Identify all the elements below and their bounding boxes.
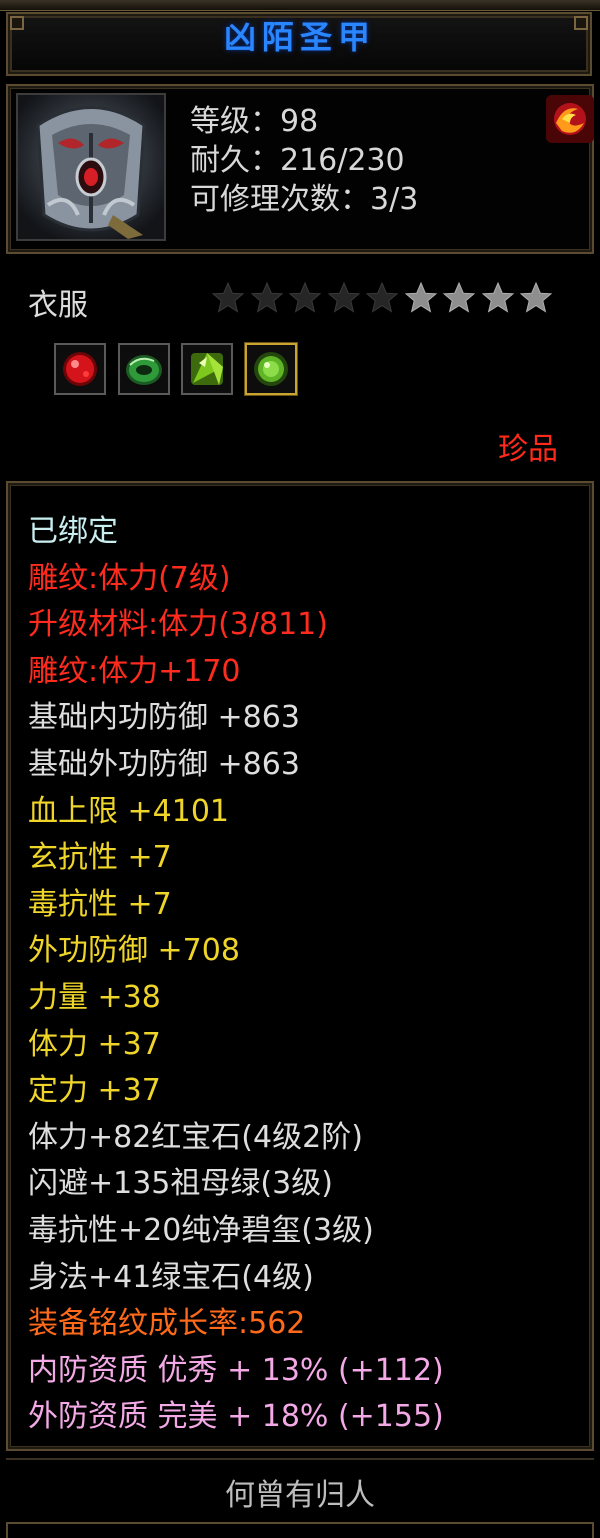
- attribute-line: 外防资质 完美 + 18% (+155): [28, 1399, 444, 1435]
- attribute-line: 闪避+135祖母绿(3级): [28, 1166, 333, 1202]
- star-filled-icon: [250, 281, 283, 313]
- attribute-line: 身法+41绿宝石(4级): [28, 1259, 314, 1295]
- attribute-line: 血上限 +4101: [28, 793, 230, 829]
- repair-count-text: 可修理次数：3/3: [190, 182, 419, 217]
- durability-text: 耐久：216/230: [190, 143, 405, 178]
- attribute-line: 升级材料:体力(3/811): [28, 607, 328, 643]
- attribute-line: 内防资质 优秀 + 13% (+112): [28, 1352, 444, 1388]
- footer-caption: 何曾有归人: [225, 1478, 375, 1513]
- attribute-line: 定力 +37: [28, 1073, 161, 1109]
- star-filled-icon: [288, 281, 322, 313]
- star-filled-icon: [365, 281, 399, 313]
- rarity-label: 珍品: [498, 432, 558, 467]
- attribute-line: 毒抗性+20纯净碧玺(3级): [28, 1213, 374, 1248]
- top-window-strip: [0, 0, 600, 11]
- attribute-line: 体力 +37: [28, 1026, 161, 1062]
- bottom-frame: [6, 1522, 594, 1538]
- item-name: 凶陌圣甲: [223, 18, 376, 56]
- green-crystal-icon[interactable]: [181, 343, 233, 395]
- attribute-line: 玄抗性 +7: [28, 840, 172, 876]
- fire-swirl-icon: [546, 95, 594, 143]
- attribute-line: 已绑定: [28, 514, 118, 549]
- star-filled-icon: [327, 281, 360, 313]
- attribute-line: 基础外功防御 +863: [28, 747, 300, 782]
- item-category: 衣服: [28, 288, 88, 323]
- attribute-line: 雕纹:体力(7级): [28, 560, 231, 596]
- star-empty-icon: [519, 281, 553, 313]
- star-empty-icon: [404, 281, 437, 313]
- attribute-line: 雕纹:体力+170: [28, 653, 241, 689]
- red-gem-icon[interactable]: [54, 343, 106, 395]
- armor-portrait-icon: [16, 93, 166, 241]
- attribute-line: 毒抗性 +7: [28, 886, 172, 922]
- attribute-line: 力量 +38: [28, 980, 161, 1015]
- attribute-line: 装备铭纹成长率:562: [28, 1306, 306, 1342]
- star-empty-icon: [442, 281, 476, 313]
- jade-ring-icon[interactable]: [118, 343, 170, 395]
- star-filled-icon: [211, 281, 245, 313]
- level-text: 等级：98: [190, 104, 319, 139]
- attribute-line: 外功防御 +708: [28, 933, 240, 969]
- green-gem-icon[interactable]: [245, 343, 297, 395]
- star-empty-icon: [481, 281, 514, 313]
- attribute-line: 基础内功防御 +863: [28, 700, 300, 736]
- attribute-line: 体力+82红宝石(4级2阶): [28, 1119, 363, 1155]
